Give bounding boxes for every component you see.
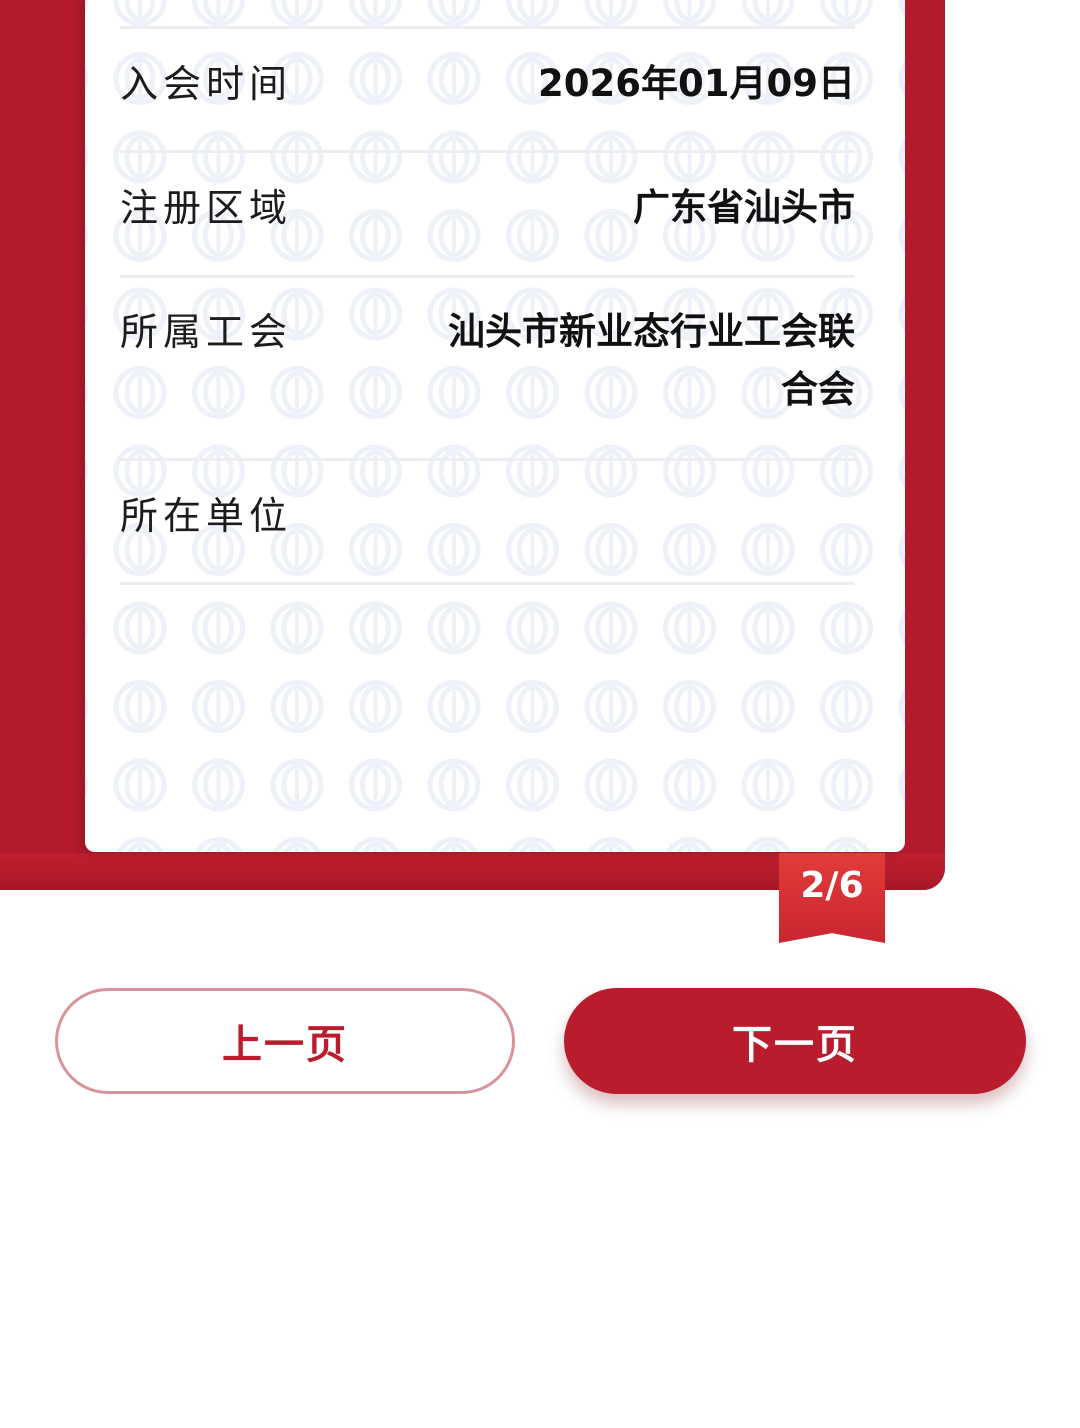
region-value: 广东省汕头市 <box>633 186 855 229</box>
page-indicator: 2/6 <box>800 865 864 906</box>
join-date-value: 2026年01月09日 <box>538 62 855 105</box>
region-label: 注册区域 <box>120 186 293 230</box>
employer-label: 所在单位 <box>120 494 293 538</box>
next-page-button[interactable]: 下一页 <box>564 988 1026 1094</box>
row-divider <box>120 458 855 461</box>
row-divider <box>120 275 855 278</box>
prev-page-button[interactable]: 上一页 <box>55 988 515 1094</box>
member-card-screen: 入会时间 2026年01月09日 注册区域 广东省汕头市 所属工会 汕头市新业态… <box>0 0 1080 1428</box>
union-value: 汕头市新业态行业工会联合会 <box>448 310 855 411</box>
row-divider <box>120 582 855 585</box>
row-divider <box>120 150 855 153</box>
union-emblem-icon <box>85 0 905 852</box>
union-label: 所属工会 <box>120 310 293 354</box>
member-info-card: 入会时间 2026年01月09日 注册区域 广东省汕头市 所属工会 汕头市新业态… <box>85 0 905 852</box>
join-date-label: 入会时间 <box>120 62 293 106</box>
row-divider <box>120 26 855 29</box>
